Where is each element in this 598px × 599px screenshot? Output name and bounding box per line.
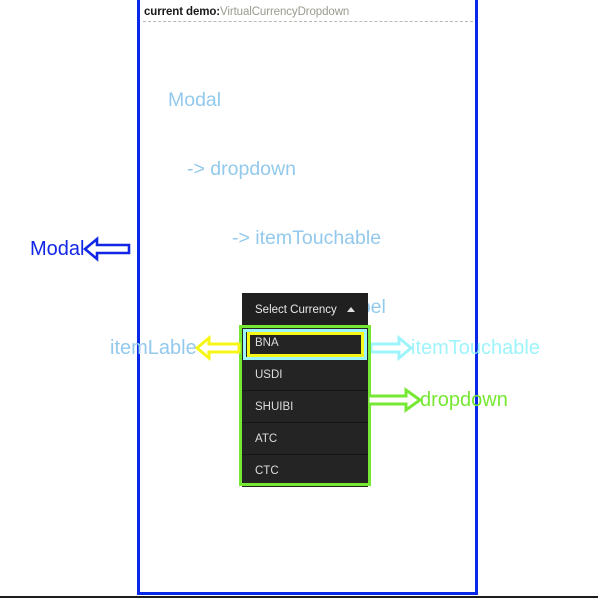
dropdown-title: Select Currency [255,303,337,316]
dropdown-item-ctc[interactable]: CTC [242,455,368,487]
caret-up-icon[interactable] [347,307,355,312]
annotation-modal-label: Modal [30,238,85,260]
arrow-right-icon [368,387,422,413]
dropdown-list: BNA USDI SHUIBI ATC CTC [242,326,368,487]
demo-header-value: VirtualCurrencyDropdown [220,5,350,18]
arrow-left-icon [194,335,241,361]
demo-header-label: current demo: [144,5,221,18]
arrow-right-icon [371,335,413,361]
currency-dropdown[interactable]: Select Currency BNA USDI SHUIBI ATC CTC [242,293,368,487]
bottom-divider [0,596,598,598]
hierarchy-line-itemtouchable: -> itemTouchable [232,227,382,249]
hierarchy-line-modal: Modal [168,89,222,111]
annotation-item-label-text: itemLable [110,337,197,359]
annotation-item-touchable-text: itemTouchable [411,337,540,359]
dropdown-header-button[interactable]: Select Currency [242,293,368,326]
dropdown-item-shuibi[interactable]: SHUIBI [242,391,368,423]
dropdown-item-atc[interactable]: ATC [242,423,368,455]
annotation-modal: Modal [30,236,131,262]
demo-header: current demo: VirtualCurrencyDropdown [144,3,472,20]
annotation-dropdown-text: dropdown [420,389,508,411]
header-divider [143,21,473,22]
annotation-item-label: itemLable [110,335,241,361]
annotation-item-touchable: itemTouchable [371,335,540,361]
dropdown-item-usdi[interactable]: USDI [242,359,368,391]
hierarchy-line-dropdown: -> dropdown [187,158,296,180]
arrow-left-icon [83,236,131,262]
dropdown-item-bna[interactable]: BNA [242,327,368,359]
annotation-dropdown: dropdown [368,387,508,413]
